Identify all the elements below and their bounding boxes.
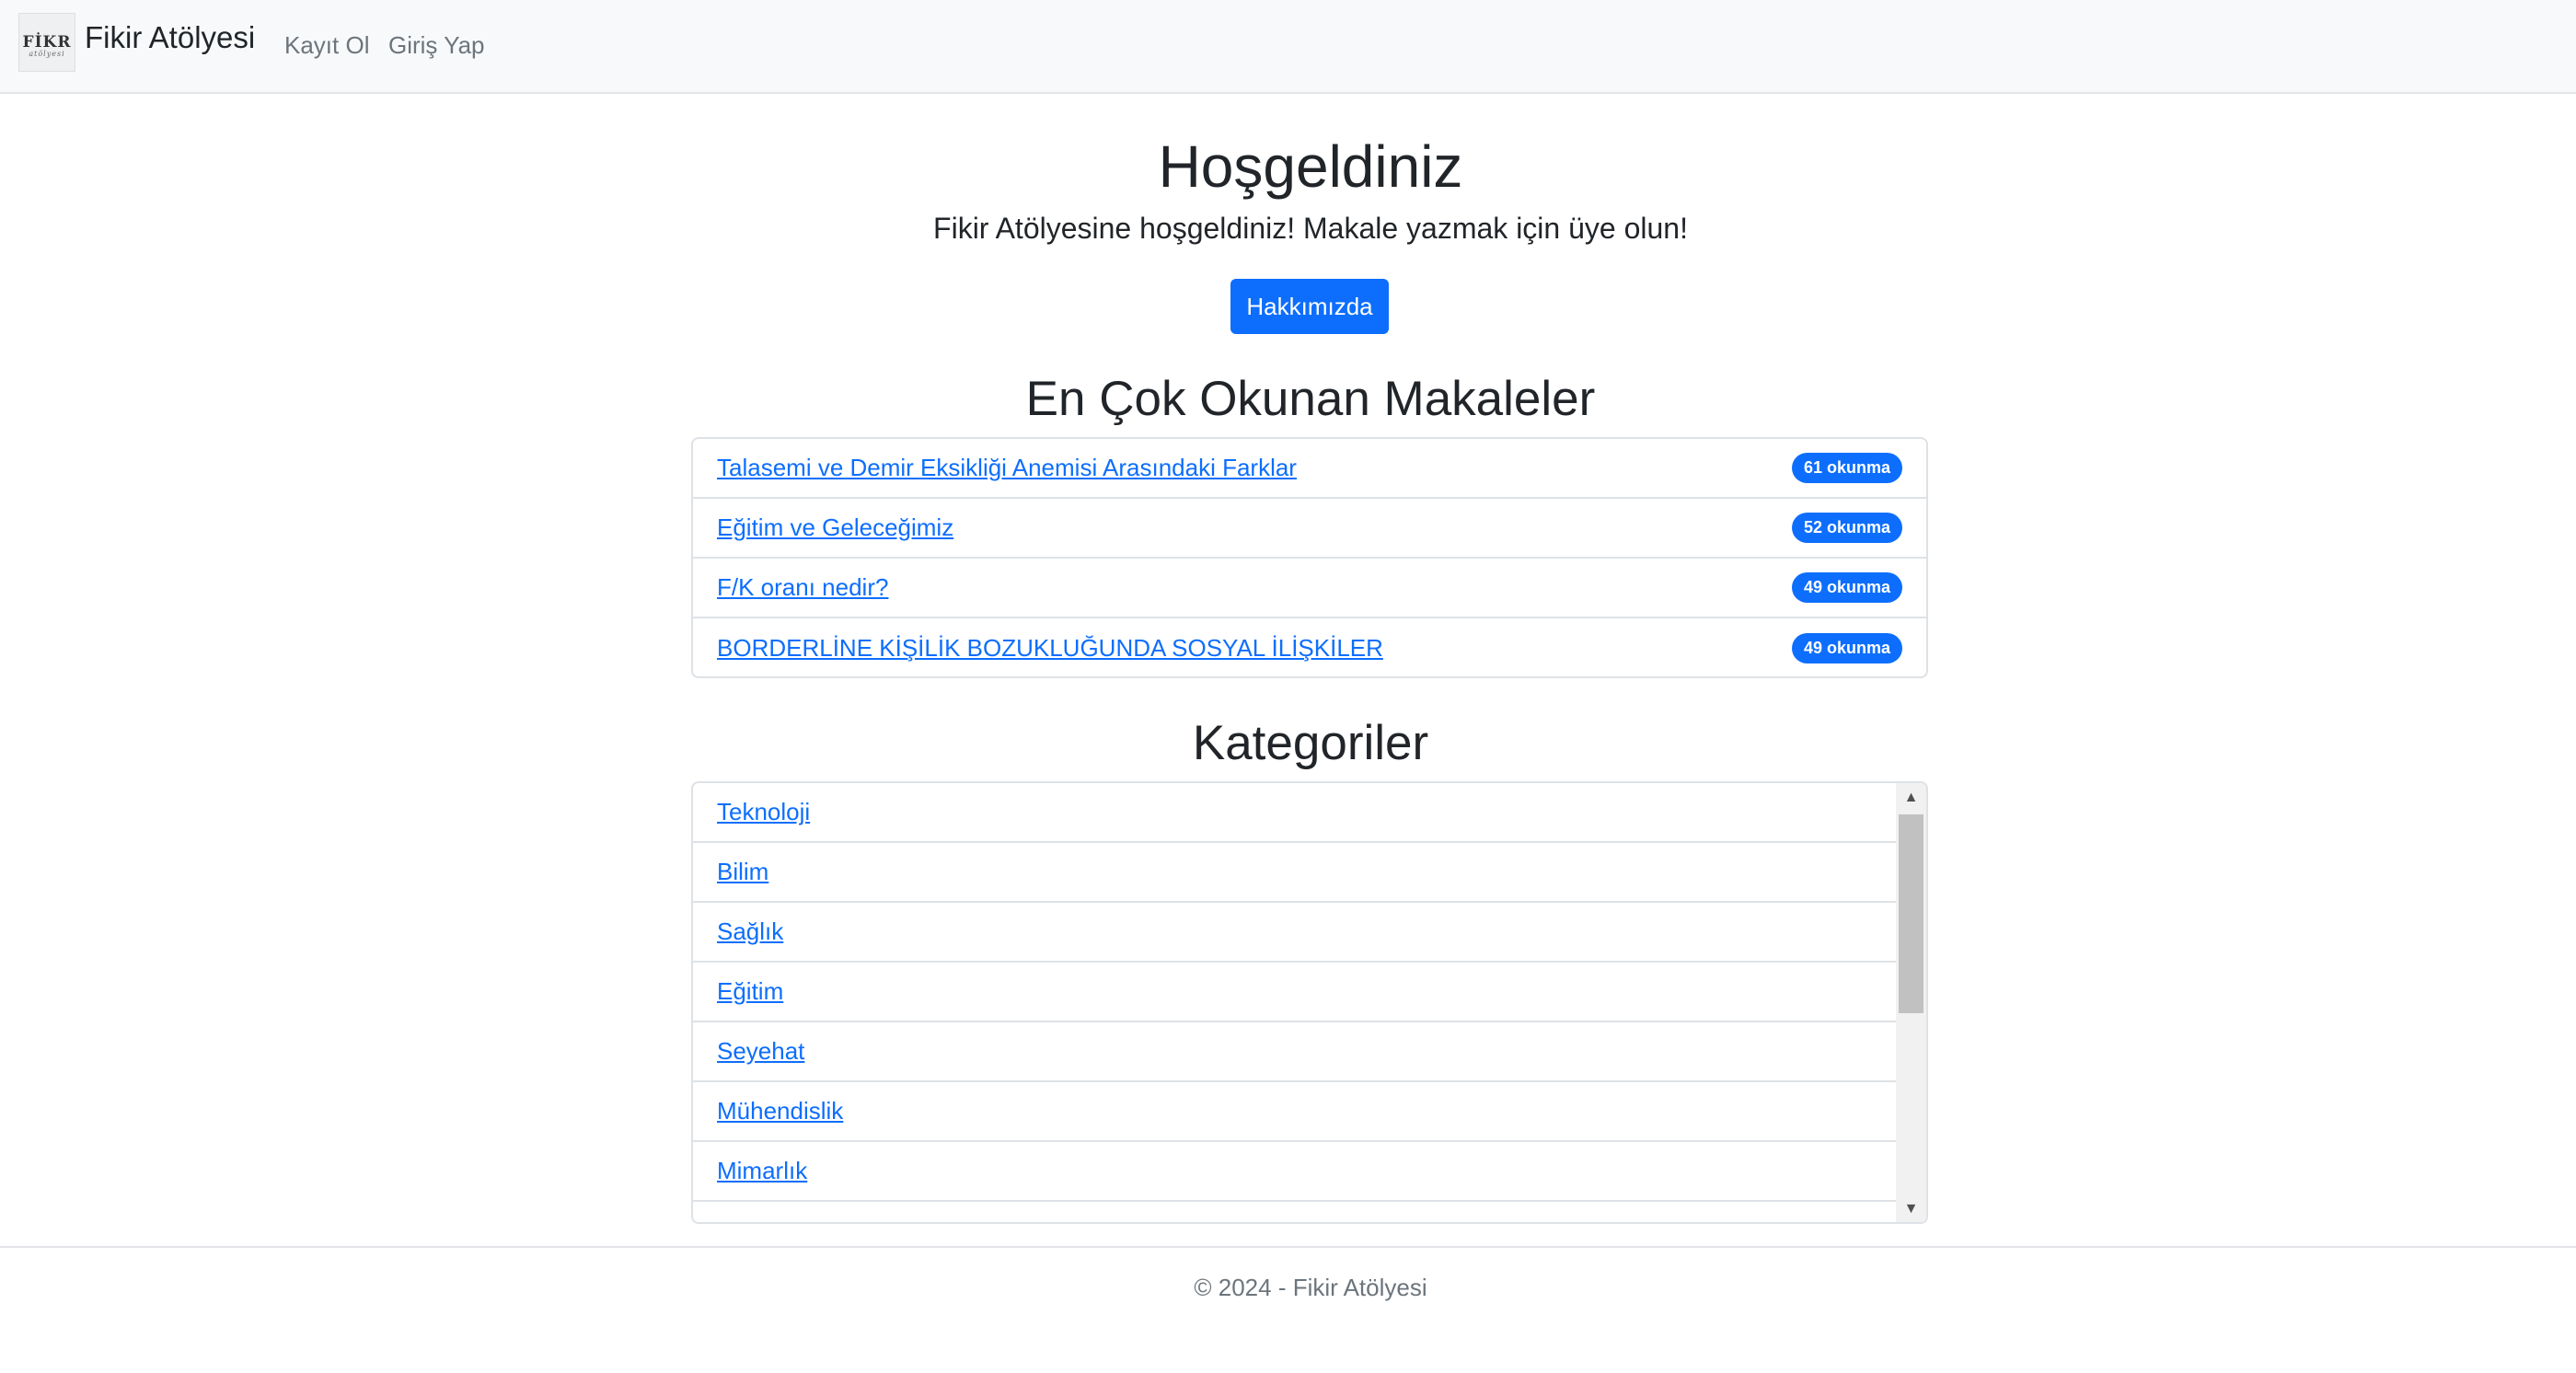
category-link-bilim[interactable]: Bilim [717,858,768,886]
list-item: Bilim [693,843,1898,903]
list-item: Mühendislik [693,1082,1898,1142]
about-us-button[interactable]: Hakkımızda [1230,279,1389,334]
article-link[interactable]: Talasemi ve Demir Eksikliği Anemisi Aras… [717,454,1297,482]
read-count-badge: 49 okunma [1791,572,1902,603]
list-item: Sağlık [693,903,1898,963]
read-count-badge: 61 okunma [1791,453,1902,483]
category-link-seyehat[interactable]: Seyehat [717,1037,804,1066]
nav-login-link[interactable]: Giriş Yap [388,31,485,60]
page-title: Hoşgeldiniz [1158,133,1463,200]
category-link-egitim[interactable]: Eğitim [717,977,783,1006]
scrollbar-thumb[interactable] [1899,814,1923,1013]
list-item: Seyehat [693,1022,1898,1082]
brand-name-link[interactable]: Fikir Atölyesi [85,20,255,55]
category-link-teknoloji[interactable]: Teknoloji [717,798,810,826]
list-item: Mimarlık [693,1142,1898,1202]
scroll-up-arrow-icon[interactable]: ▲ [1896,783,1926,813]
list-item: BORDERLİNE KİŞİLİK BOZUKLUĞUNDA SOSYAL İ… [693,618,1926,676]
list-item: Talasemi ve Demir Eksikliği Anemisi Aras… [693,439,1926,499]
list-item-partial [693,1202,1898,1222]
list-item: Teknoloji [693,783,1898,843]
categories-title: Kategoriler [1192,716,1429,770]
read-count-badge: 49 okunma [1791,633,1902,663]
list-item: Eğitim ve Geleceğimiz 52 okunma [693,499,1926,559]
categories-scroll-area[interactable]: Teknoloji Bilim Sağlık Eğitim Seyehat Mü… [693,783,1898,1222]
hero-lead-text: Fikir Atölyesine hoşgeldiniz! Makale yaz… [933,212,1688,245]
category-link-saglik[interactable]: Sağlık [717,917,783,946]
article-link[interactable]: BORDERLİNE KİŞİLİK BOZUKLUĞUNDA SOSYAL İ… [717,634,1383,663]
list-item: Eğitim [693,963,1898,1022]
brand-logo-icon[interactable]: FİKR atölyesi [18,13,75,72]
popular-articles-title: En Çok Okunan Makaleler [1025,372,1596,426]
brand-logo-text: FİKR [22,33,72,52]
category-link-mimarlik[interactable]: Mimarlık [717,1157,807,1185]
footer [0,1246,2576,1373]
read-count-badge: 52 okunma [1791,513,1902,543]
popular-articles-list: Talasemi ve Demir Eksikliği Anemisi Aras… [691,437,1928,678]
category-link-muhendislik[interactable]: Mühendislik [717,1097,843,1125]
brand-logo-subtext: atölyesi [29,50,65,58]
article-link[interactable]: Eğitim ve Geleceğimiz [717,513,953,542]
categories-scrollbar[interactable]: ▲ ▼ [1896,783,1926,1222]
article-link[interactable]: F/K oranı nedir? [717,573,888,602]
nav-register-link[interactable]: Kayıt Ol [284,31,369,60]
list-item: F/K oranı nedir? 49 okunma [693,559,1926,618]
navbar: FİKR atölyesi Fikir Atölyesi Kayıt Ol Gi… [0,0,2576,94]
footer-copyright: © 2024 - Fikir Atölyesi [1194,1274,1427,1301]
categories-list[interactable]: Teknoloji Bilim Sağlık Eğitim Seyehat Mü… [691,781,1928,1224]
scroll-down-arrow-icon[interactable]: ▼ [1896,1194,1926,1222]
